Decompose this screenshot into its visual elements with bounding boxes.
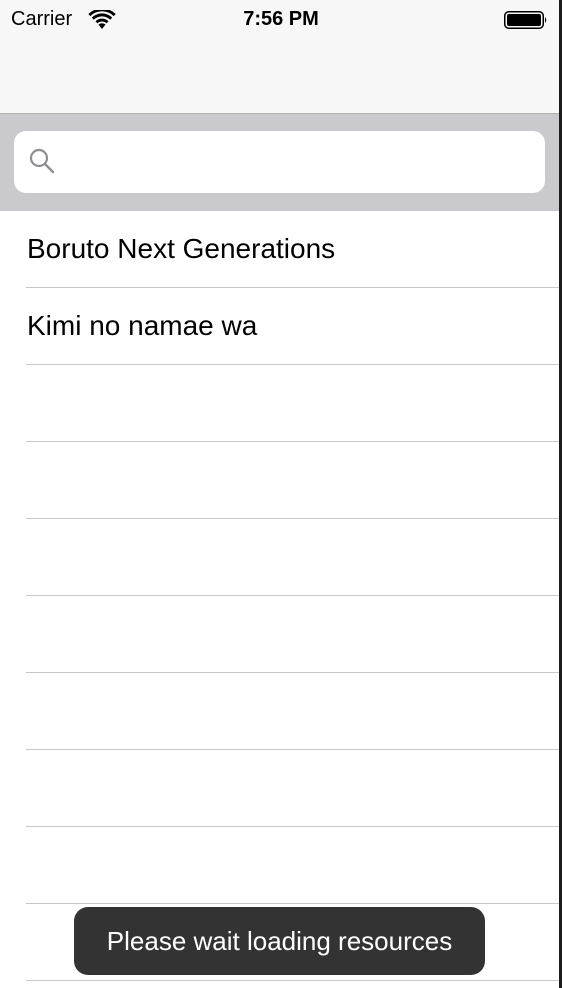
search-field[interactable]: [14, 131, 545, 193]
navigation-bar: [0, 40, 559, 114]
search-icon: [29, 148, 55, 174]
table-row[interactable]: [0, 827, 559, 904]
row-label: Boruto Next Generations: [27, 233, 336, 264]
table-row[interactable]: [0, 519, 559, 596]
row-label: Kimi no namae wa: [27, 310, 258, 341]
table-row[interactable]: Boruto Next Generations: [0, 211, 559, 288]
table-row[interactable]: Kimi no namae wa: [0, 288, 559, 365]
results-table: Boruto Next Generations Kimi no namae wa: [0, 211, 559, 981]
table-row[interactable]: [0, 673, 559, 750]
status-bar: Carrier 7:56 PM: [0, 0, 559, 40]
table-row[interactable]: [0, 750, 559, 827]
table-row[interactable]: [0, 442, 559, 519]
toast-message: Please wait loading resources: [106, 925, 453, 956]
search-bar: [0, 114, 559, 211]
status-time: 7:56 PM: [243, 8, 319, 30]
app-screen: Carrier 7:56 PM Boruto Next Generations: [0, 0, 562, 988]
table-row[interactable]: [0, 596, 559, 673]
search-input[interactable]: [68, 143, 528, 181]
table-row[interactable]: [0, 365, 559, 442]
battery-icon: [504, 11, 547, 29]
loading-toast: Please wait loading resources: [74, 907, 485, 975]
